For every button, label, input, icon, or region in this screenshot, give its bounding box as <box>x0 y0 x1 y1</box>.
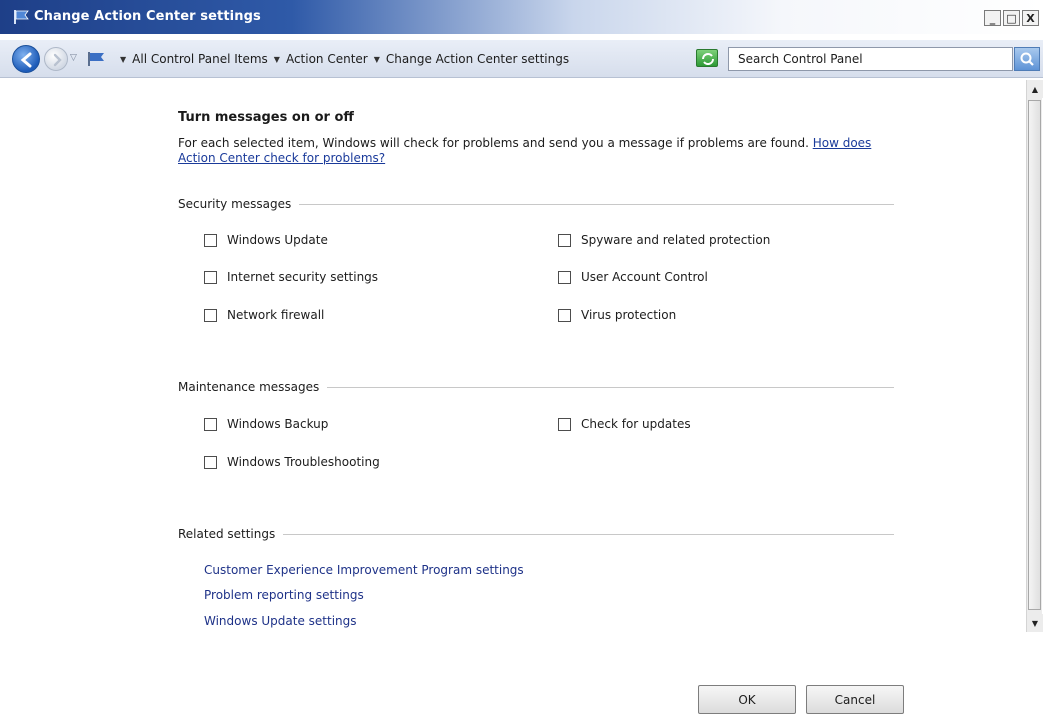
section-divider <box>299 203 894 205</box>
checkbox-windows-troubleshooting[interactable]: Windows Troubleshooting <box>204 455 380 469</box>
checkbox-label: Internet security settings <box>227 270 379 284</box>
related-settings-section: Related settings <box>178 527 894 541</box>
checkbox-label: Windows Troubleshooting <box>227 455 380 469</box>
action-center-flag-icon <box>14 10 29 24</box>
checkbox-label: Windows Backup <box>227 417 329 431</box>
breadcrumb-change-action-center-settings[interactable]: Change Action Center settings <box>386 52 569 66</box>
checkbox-box[interactable] <box>558 308 571 322</box>
scroll-up-arrow-icon[interactable]: ▲ <box>1027 80 1043 98</box>
link-windows-update-settings[interactable]: Windows Update settings <box>204 614 357 628</box>
checkbox-windows-update[interactable]: Windows Update <box>204 233 328 247</box>
checkbox-box[interactable] <box>204 308 217 322</box>
page-heading: Turn messages on or off <box>178 110 354 125</box>
search-input[interactable]: Search Control Panel <box>728 47 1013 71</box>
scroll-thumb[interactable] <box>1028 100 1041 610</box>
checkbox-network-firewall[interactable]: Network firewall <box>204 308 324 322</box>
forward-arrow-icon <box>53 53 62 67</box>
checkbox-box[interactable] <box>558 270 571 284</box>
checkbox-check-for-updates[interactable]: Check for updates <box>558 417 691 431</box>
checkbox-label: Spyware and related protection <box>581 233 771 247</box>
recent-pages-dropdown-icon[interactable]: ▽ <box>70 53 77 63</box>
vertical-scrollbar[interactable]: ▲ ▼ <box>1026 80 1043 632</box>
checkbox-label: Check for updates <box>581 417 691 431</box>
checkbox-box[interactable] <box>204 455 217 469</box>
window-title: Change Action Center settings <box>34 9 261 24</box>
forward-button[interactable] <box>44 47 68 71</box>
checkbox-box[interactable] <box>558 233 571 247</box>
back-button[interactable] <box>12 45 40 73</box>
checkbox-box[interactable] <box>204 417 217 431</box>
breadcrumb-all-control-panel-items[interactable]: All Control Panel Items <box>132 52 268 66</box>
back-arrow-icon <box>20 52 32 68</box>
search-icon <box>1020 52 1034 66</box>
ok-button[interactable]: OK <box>698 685 796 714</box>
maintenance-messages-title: Maintenance messages <box>178 380 320 394</box>
checkbox-box[interactable] <box>204 270 217 284</box>
checkbox-windows-backup[interactable]: Windows Backup <box>204 417 328 431</box>
description-text: For each selected item, Windows will che… <box>178 136 809 150</box>
refresh-button[interactable] <box>696 49 718 67</box>
breadcrumb-separator-icon[interactable]: ▼ <box>374 55 380 64</box>
address-bar: ▽ ▼ All Control Panel Items ▼ Action Cen… <box>0 40 1043 78</box>
page-description: For each selected item, Windows will che… <box>178 136 898 166</box>
window-controls: _ □ X <box>984 10 1039 26</box>
link-customer-experience-settings[interactable]: Customer Experience Improvement Program … <box>204 563 524 577</box>
section-divider <box>283 533 894 535</box>
link-problem-reporting-settings[interactable]: Problem reporting settings <box>204 588 364 602</box>
checkbox-label: Network firewall <box>227 308 325 322</box>
checkbox-label: Virus protection <box>581 308 677 322</box>
section-divider <box>327 386 894 388</box>
breadcrumb[interactable]: ▼ All Control Panel Items ▼ Action Cente… <box>86 47 720 71</box>
close-button[interactable]: X <box>1022 10 1039 26</box>
refresh-icon <box>702 53 714 65</box>
search-button[interactable] <box>1014 47 1040 71</box>
cancel-button[interactable]: Cancel <box>806 685 904 714</box>
control-panel-flag-icon <box>88 52 104 66</box>
checkbox-internet-security-settings[interactable]: Internet security settings <box>204 270 378 284</box>
maintenance-messages-section: Maintenance messages <box>178 380 894 394</box>
breadcrumb-separator-icon[interactable]: ▼ <box>274 55 280 64</box>
checkbox-spyware-protection[interactable]: Spyware and related protection <box>558 233 770 247</box>
checkbox-label: User Account Control <box>581 270 708 284</box>
minimize-button[interactable]: _ <box>984 10 1001 26</box>
checkbox-box[interactable] <box>204 233 217 247</box>
breadcrumb-separator-icon[interactable]: ▼ <box>120 55 126 64</box>
security-messages-section: Security messages <box>178 197 894 211</box>
checkbox-box[interactable] <box>558 417 571 431</box>
security-messages-title: Security messages <box>178 197 292 211</box>
related-settings-title: Related settings <box>178 527 276 541</box>
checkbox-virus-protection[interactable]: Virus protection <box>558 308 676 322</box>
scroll-down-arrow-icon[interactable]: ▼ <box>1027 614 1043 632</box>
maximize-button[interactable]: □ <box>1003 10 1020 26</box>
breadcrumb-action-center[interactable]: Action Center <box>286 52 368 66</box>
title-bar: Change Action Center settings _ □ X <box>0 0 1043 34</box>
checkbox-user-account-control[interactable]: User Account Control <box>558 270 708 284</box>
checkbox-label: Windows Update <box>227 233 328 247</box>
